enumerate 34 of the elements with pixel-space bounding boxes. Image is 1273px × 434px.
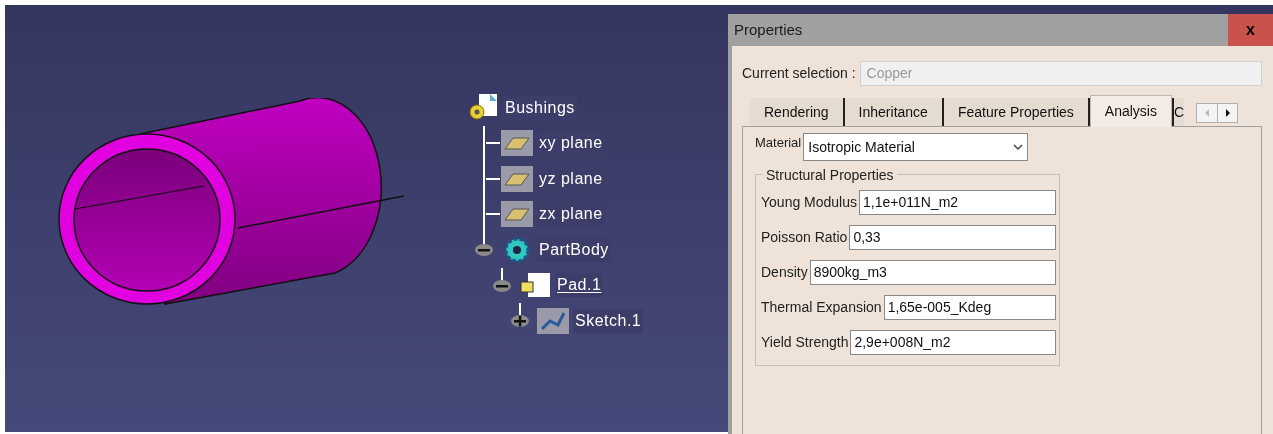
input-field[interactable]: 0,33 (849, 225, 1056, 250)
close-button[interactable]: x (1228, 14, 1273, 46)
tree-item[interactable]: zx plane (537, 202, 605, 227)
tab[interactable]: Feature Properties (943, 98, 1090, 126)
tree-item[interactable]: Pad.1 (555, 273, 604, 298)
tab[interactable]: Inheritance (844, 98, 944, 126)
tab[interactable]: Rendering (750, 98, 845, 126)
input-field[interactable]: 1,1e+011N_m2 (859, 190, 1056, 215)
field-label: Thermal Expansion (761, 298, 882, 317)
plane-icon (500, 129, 534, 158)
collapse-icon[interactable] (492, 278, 512, 293)
field-label: Yield Strength (761, 333, 849, 352)
input-field[interactable]: 8900kg_m3 (809, 260, 1056, 285)
block-icon (518, 271, 552, 300)
sketch-icon (536, 306, 570, 335)
input-field[interactable]: 2,9e+008N_m2 (850, 330, 1056, 355)
collapse-icon[interactable] (474, 243, 494, 257)
material-dropdown[interactable]: Isotropic Material (803, 133, 1029, 161)
tree-item[interactable]: PartBody (537, 237, 611, 262)
selection-field: Copper (859, 60, 1262, 86)
gear-document-icon (466, 92, 500, 123)
field-label: Density (761, 263, 808, 282)
tree-item[interactable]: Sketch.1 (573, 308, 644, 333)
field-label: Material (755, 134, 802, 152)
input-field[interactable]: 1,65e-005_Kdeg (883, 295, 1056, 320)
field-label: Young Modulus (761, 193, 857, 212)
plane-icon (500, 164, 534, 193)
tab[interactable]: Analysis (1089, 95, 1172, 127)
window-title: Properties (733, 19, 803, 40)
expand-icon[interactable] (510, 314, 530, 328)
chevron-down-icon (1013, 143, 1024, 151)
plane-icon (500, 200, 534, 229)
field-label: Current selection : (742, 63, 856, 83)
field-label: Poisson Ratio (761, 228, 848, 247)
